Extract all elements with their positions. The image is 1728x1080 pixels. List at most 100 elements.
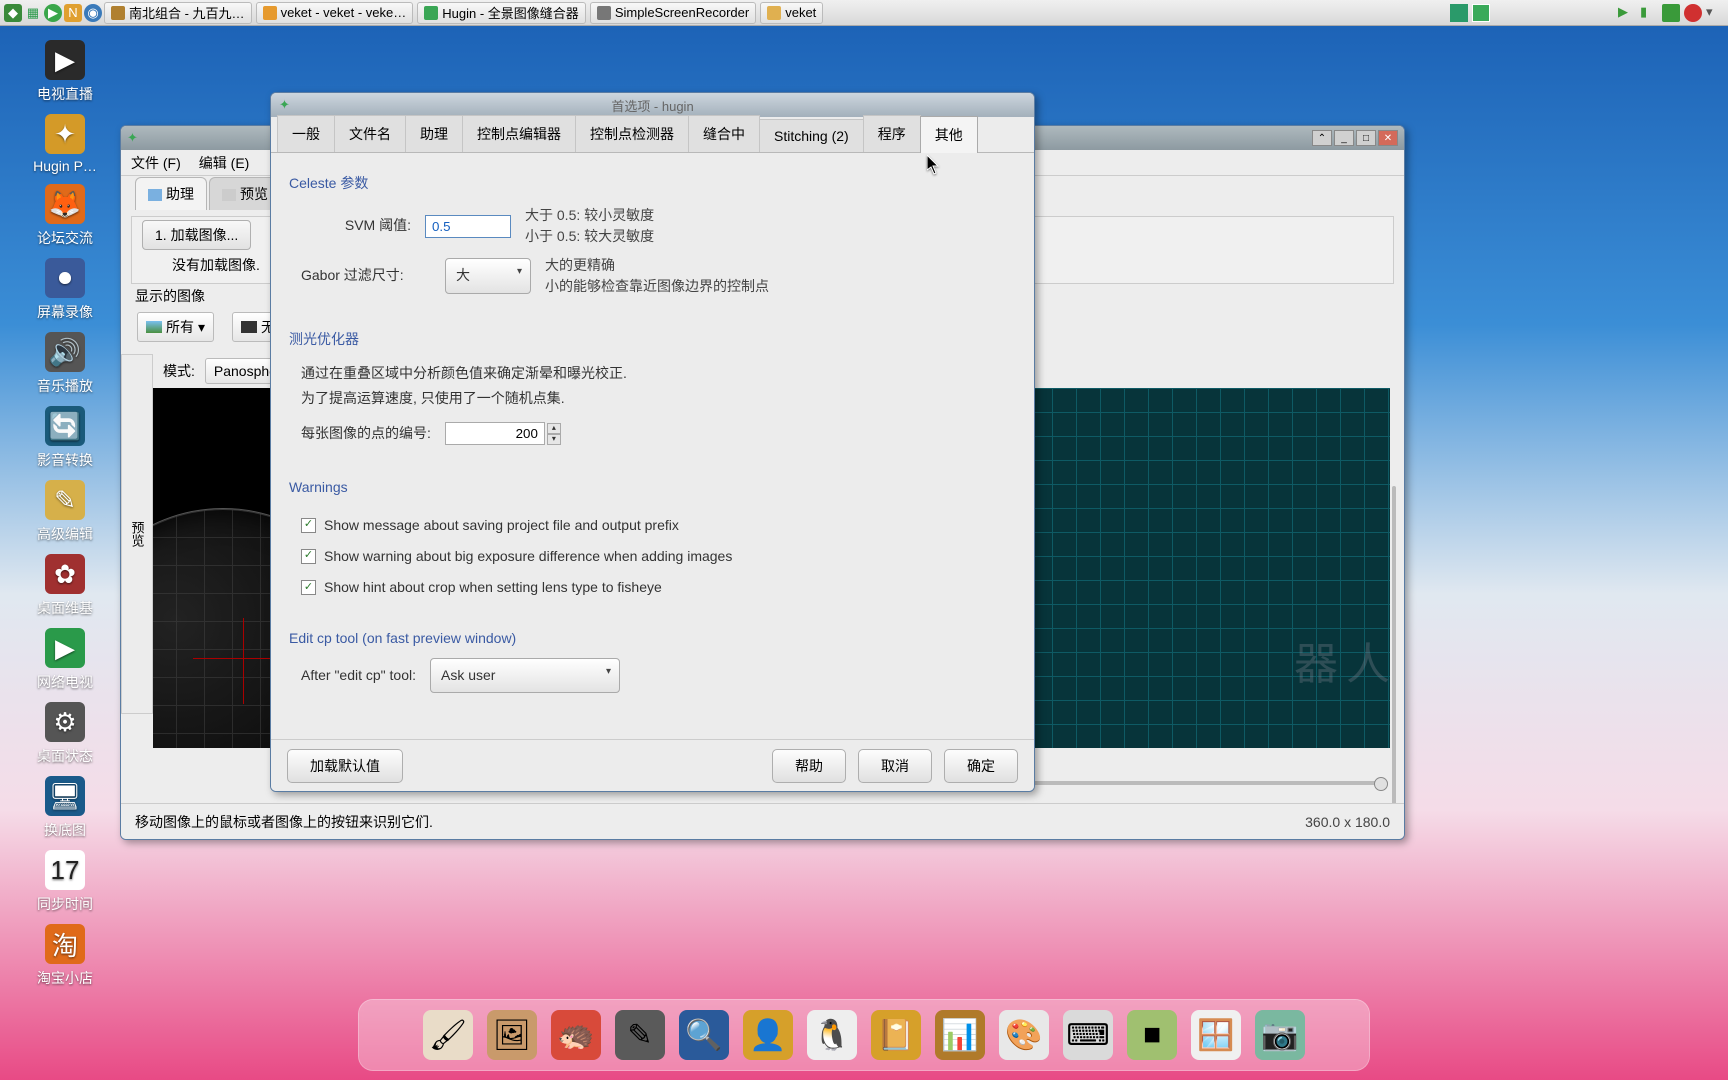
gabor-hint-1: 大的更精确 [545, 255, 769, 276]
play-icon[interactable]: ▶ [44, 4, 62, 22]
gabor-label: Gabor 过滤尺寸: [301, 263, 431, 288]
tab-assistant[interactable]: 助理 [135, 177, 207, 210]
desktop-icon-8[interactable]: ▶网络电视 [15, 628, 115, 692]
dock-icon-4[interactable]: 🔍 [679, 1010, 729, 1060]
start-icon[interactable]: ◆ [4, 4, 22, 22]
desktop-icon-3[interactable]: ⏺屏幕录像 [15, 258, 115, 322]
preferences-dialog: ✦ 首选项 - hugin 一般文件名助理控制点编辑器控制点检测器缝合中Stit… [270, 92, 1035, 792]
svm-threshold-input[interactable] [425, 215, 511, 238]
tray-play-icon[interactable]: ▶ [1618, 4, 1636, 22]
prefs-tab-4[interactable]: 控制点检测器 [575, 115, 689, 152]
dock-icon-6[interactable]: 🐧 [807, 1010, 857, 1060]
tray-signal-icon[interactable]: ▮ [1640, 4, 1658, 22]
help-button[interactable]: 帮助 [772, 749, 846, 783]
dock-icon-11[interactable]: ■ [1127, 1010, 1177, 1060]
prefs-tab-0[interactable]: 一般 [277, 115, 335, 152]
app-launcher-icon[interactable]: ▦ [24, 4, 42, 22]
tray-menu-icon[interactable]: ▾ [1706, 4, 1724, 22]
dock-icon-1[interactable]: 🖼 [487, 1010, 537, 1060]
desktop-icon-9[interactable]: ⚙桌面状态 [15, 702, 115, 766]
menu-edit[interactable]: 编辑 (E) [199, 153, 250, 173]
prefs-title: 首选项 - hugin [611, 96, 693, 115]
footer-hint: 移动图像上的鼠标或者图像上的按钮来识别它们. [135, 812, 433, 832]
desktop-icon-12[interactable]: 淘淘宝小店 [15, 924, 115, 988]
close-button[interactable]: ✕ [1378, 130, 1398, 146]
celeste-group-title: Celeste 参数 [289, 173, 1016, 193]
check-label-2: Show warning about big exposure differen… [324, 544, 732, 569]
dock-icon-0[interactable]: 🖌 [423, 1010, 473, 1060]
taskbar-item-3[interactable]: SimpleScreenRecorder [590, 2, 756, 24]
prefs-tab-3[interactable]: 控制点编辑器 [462, 115, 576, 152]
check-label-3: Show hint about crop when setting lens t… [324, 575, 662, 600]
taskbar-item-0[interactable]: 南北组合 - 九百九… [104, 2, 252, 24]
dock-icon-2[interactable]: 🦔 [551, 1010, 601, 1060]
spin-down-icon[interactable]: ▾ [547, 434, 561, 445]
photometric-desc-2: 为了提高运算速度, 只使用了一个随机点集. [301, 386, 1004, 411]
dock-icon-13[interactable]: 📷 [1255, 1010, 1305, 1060]
dock-icon-8[interactable]: 📊 [935, 1010, 985, 1060]
tray-battery-icon[interactable] [1662, 4, 1680, 22]
taskbar-item-1[interactable]: veket - veket - veke… [256, 2, 414, 24]
prefs-tab-2[interactable]: 助理 [405, 115, 463, 152]
after-editcp-select[interactable]: Ask user [430, 658, 620, 693]
prefs-tab-7[interactable]: 程序 [863, 115, 921, 152]
cancel-button[interactable]: 取消 [858, 749, 932, 783]
checkbox-crop-hint[interactable]: ✓ [301, 580, 316, 595]
prefs-tab-5[interactable]: 缝合中 [688, 115, 760, 152]
browser-icon[interactable]: ◉ [84, 4, 102, 22]
dock-icon-7[interactable]: 📔 [871, 1010, 921, 1060]
prefs-titlebar[interactable]: ✦ 首选项 - hugin [271, 93, 1034, 117]
dock-icon-12[interactable]: 🪟 [1191, 1010, 1241, 1060]
points-label: 每张图像的点的编号: [301, 421, 431, 446]
menu-file[interactable]: 文件 (F) [131, 153, 181, 173]
prefs-tab-8[interactable]: 其他 [920, 116, 978, 153]
taskbar-item-4[interactable]: veket [760, 2, 823, 24]
load-images-button[interactable]: 1. 加载图像... [142, 220, 251, 250]
desktop-icon-10[interactable]: 🖥换底图 [15, 776, 115, 840]
desktop-icon-4[interactable]: 🔊音乐播放 [15, 332, 115, 396]
gabor-select[interactable]: 大 [445, 258, 531, 293]
editcp-group-title: Edit cp tool (on fast preview window) [289, 630, 1016, 646]
dock-icon-3[interactable]: ✎ [615, 1010, 665, 1060]
preview-section-label: 预览 [121, 354, 153, 714]
taskbar: ◆ ▦ ▶ N ◉ 南北组合 - 九百九…veket - veket - vek… [0, 0, 1728, 26]
tray-record-icon[interactable] [1684, 4, 1702, 22]
ok-button[interactable]: 确定 [944, 749, 1018, 783]
svm-hint-2: 小于 0.5: 较大灵敏度 [525, 226, 654, 247]
warnings-group-title: Warnings [289, 479, 1016, 495]
all-selector[interactable]: 所有 ▾ [137, 312, 214, 342]
prefs-tabs: 一般文件名助理控制点编辑器控制点检测器缝合中Stitching (2)程序其他 [271, 117, 1034, 153]
dock-icon-5[interactable]: 👤 [743, 1010, 793, 1060]
desktop-icon-7[interactable]: ✿桌面维基 [15, 554, 115, 618]
desktop-icon-1[interactable]: ✦Hugin P… [15, 114, 115, 174]
desktop-icon-11[interactable]: 17同步时间 [15, 850, 115, 914]
gabor-hint-2: 小的能够检查靠近图像边界的控制点 [545, 276, 769, 297]
check-label-1: Show message about saving project file a… [324, 513, 679, 538]
prefs-tab-6[interactable]: Stitching (2) [759, 119, 864, 152]
globe-icon[interactable]: N [64, 4, 82, 22]
maximize-button[interactable]: □ [1356, 130, 1376, 146]
desktop-icon-0[interactable]: ▶电视直播 [15, 40, 115, 104]
hugin-app-icon: ✦ [127, 130, 138, 146]
photometric-group-title: 测光优化器 [289, 329, 1016, 349]
fold-button[interactable]: ⌃ [1312, 130, 1332, 146]
desktop-icon-5[interactable]: 🔄影音转换 [15, 406, 115, 470]
tray-expand-icon[interactable] [1450, 4, 1468, 22]
load-defaults-button[interactable]: 加载默认值 [287, 749, 403, 783]
checkbox-save-msg[interactable]: ✓ [301, 518, 316, 533]
hugin-app-icon: ✦ [279, 97, 290, 113]
tray-workspace-icon[interactable] [1472, 4, 1490, 22]
points-input[interactable]: ▴▾ [445, 422, 561, 445]
dock-icon-10[interactable]: ⌨ [1063, 1010, 1113, 1060]
dock-icon-9[interactable]: 🎨 [999, 1010, 1049, 1060]
vertical-slider[interactable] [1388, 486, 1400, 826]
desktop-icon-2[interactable]: 🦊论坛交流 [15, 184, 115, 248]
taskbar-item-2[interactable]: Hugin - 全景图像缝合器 [417, 2, 586, 24]
minimize-button[interactable]: _ [1334, 130, 1354, 146]
svm-threshold-label: SVM 阈值: [301, 213, 411, 238]
desktop-icons: ▶电视直播 ✦Hugin P… 🦊论坛交流 ⏺屏幕录像 🔊音乐播放 🔄影音转换 ✎高级编辑 ✿… [10, 40, 120, 988]
desktop-icon-6[interactable]: ✎高级编辑 [15, 480, 115, 544]
prefs-tab-1[interactable]: 文件名 [334, 115, 406, 152]
system-tray: ▶ ▮ ▾ [1450, 4, 1724, 22]
checkbox-exposure-warn[interactable]: ✓ [301, 549, 316, 564]
